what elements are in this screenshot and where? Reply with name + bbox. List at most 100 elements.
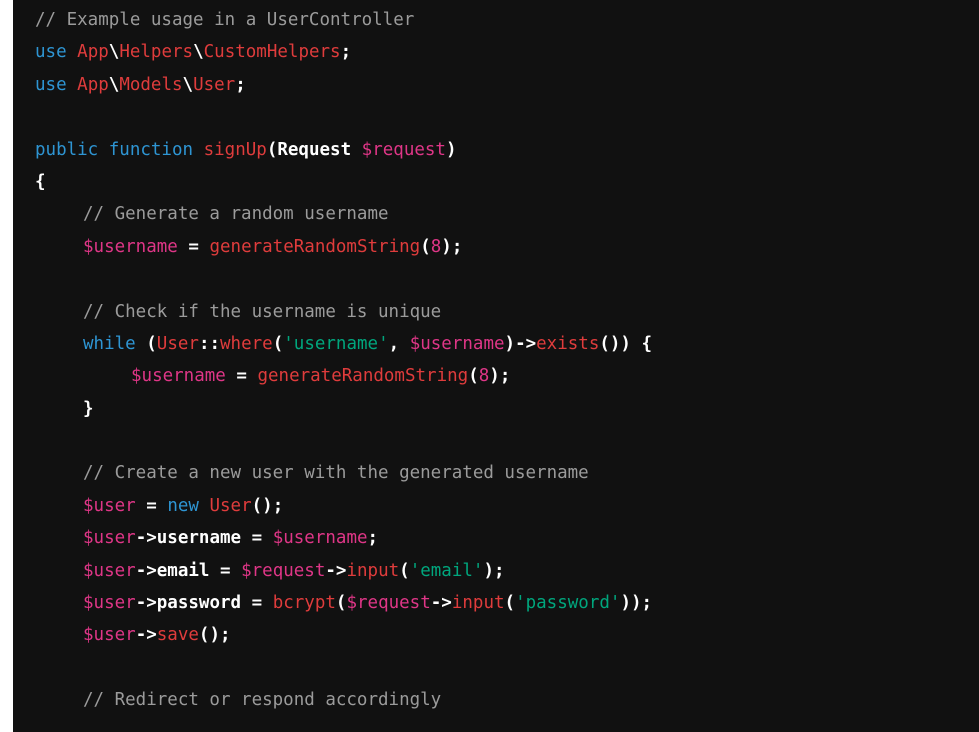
token-func: generateRandomString <box>257 366 469 387</box>
token-punct: = <box>251 593 263 614</box>
code-line: // Create a new user with the generated … <box>13 457 979 489</box>
token-punct: \ <box>108 42 120 63</box>
token-punct: (); <box>251 495 284 516</box>
token-ident: Models <box>119 74 183 95</box>
token-punct: = <box>220 560 231 581</box>
code-line: $user = new User(); <box>13 490 979 522</box>
token-keyword: use <box>35 74 67 95</box>
token-punct: -> <box>325 560 347 581</box>
code-line: public function signUp(Request $request) <box>13 134 979 166</box>
token-punct: = <box>188 236 199 257</box>
code-line: // Generate a random username <box>13 198 979 230</box>
token-punct: -> <box>135 625 157 646</box>
code-line: { <box>13 166 979 198</box>
token-var: $request <box>241 560 326 581</box>
token-punct: { <box>641 333 653 354</box>
token-prop: username <box>156 528 242 549</box>
token-punct: ( <box>146 333 157 354</box>
token-comment: // Check if the username is unique <box>83 301 442 322</box>
token-punct: :: <box>198 333 221 354</box>
token-var: $user <box>83 528 136 549</box>
token-var: $username <box>83 236 178 257</box>
token-var: $user <box>83 495 136 516</box>
token-keyword: use <box>35 42 67 63</box>
code-line: use App\Helpers\CustomHelpers; <box>13 36 979 68</box>
token-var: $user <box>83 593 136 614</box>
token-class: User <box>156 333 199 354</box>
code-lines-container: // Example usage in a UserController use … <box>13 4 979 717</box>
token-punct: -> <box>135 593 157 614</box>
token-punct: = <box>236 366 247 387</box>
token-punct: )); <box>620 593 653 614</box>
code-line: // Example usage in a UserController <box>13 4 979 36</box>
token-punct: ; <box>367 528 379 549</box>
code-line: while (User::where('username', $username… <box>13 328 979 360</box>
code-line: $username = generateRandomString(8); <box>13 231 979 263</box>
token-punct: \ <box>182 74 194 95</box>
token-punct: \ <box>108 74 120 95</box>
token-var: $request <box>346 593 431 614</box>
token-number: 8 <box>430 236 442 257</box>
token-punct: ); <box>441 236 463 257</box>
code-line: $user->username = $username; <box>13 522 979 554</box>
token-var: $user <box>83 560 136 581</box>
token-prop: email <box>156 560 210 581</box>
token-punct: ()) <box>599 333 631 354</box>
token-var: $user <box>83 625 136 646</box>
token-class: User <box>209 495 252 516</box>
token-punct: ( <box>272 333 284 354</box>
token-punct: -> <box>430 593 452 614</box>
token-punct: -> <box>135 560 157 581</box>
token-string: 'email' <box>409 560 484 581</box>
token-func: generateRandomString <box>209 236 421 257</box>
token-keyword: public function <box>35 139 194 160</box>
code-editor-pane: // Example usage in a UserController use … <box>13 0 979 732</box>
token-func: where <box>220 333 273 354</box>
token-punct: ) <box>445 139 457 160</box>
token-keyword: new <box>167 495 199 516</box>
token-ident: Helpers <box>119 42 194 63</box>
token-punct: ( <box>399 560 410 581</box>
token-func: bcrypt <box>272 593 336 614</box>
token-punct: = <box>251 528 263 549</box>
token-punct: (); <box>198 625 231 646</box>
token-punct: ( <box>335 593 347 614</box>
token-func: input <box>451 593 505 614</box>
code-line: use App\Models\User; <box>13 69 979 101</box>
token-ident: CustomHelpers <box>203 42 341 63</box>
token-punct: { <box>35 171 46 192</box>
token-var: $username <box>272 528 368 549</box>
token-comment: // Example usage in a UserController <box>35 10 415 30</box>
token-string: 'username' <box>283 333 389 354</box>
token-punct: , <box>388 333 400 354</box>
token-ident: App <box>77 42 109 63</box>
token-comment: // Redirect or respond accordingly <box>83 690 442 711</box>
token-punct: ); <box>489 366 511 387</box>
token-punct: -> <box>135 528 157 549</box>
code-line: $user->email = $request->input('email'); <box>13 555 979 587</box>
token-punct: ; <box>340 42 352 63</box>
token-keyword: while <box>83 333 136 354</box>
token-bold: Request <box>277 139 352 160</box>
token-func: save <box>156 625 199 646</box>
token-punct: )-> <box>504 333 537 354</box>
token-punct: ( <box>266 139 278 160</box>
token-punct: ( <box>468 366 479 387</box>
token-string: 'password' <box>515 593 621 614</box>
